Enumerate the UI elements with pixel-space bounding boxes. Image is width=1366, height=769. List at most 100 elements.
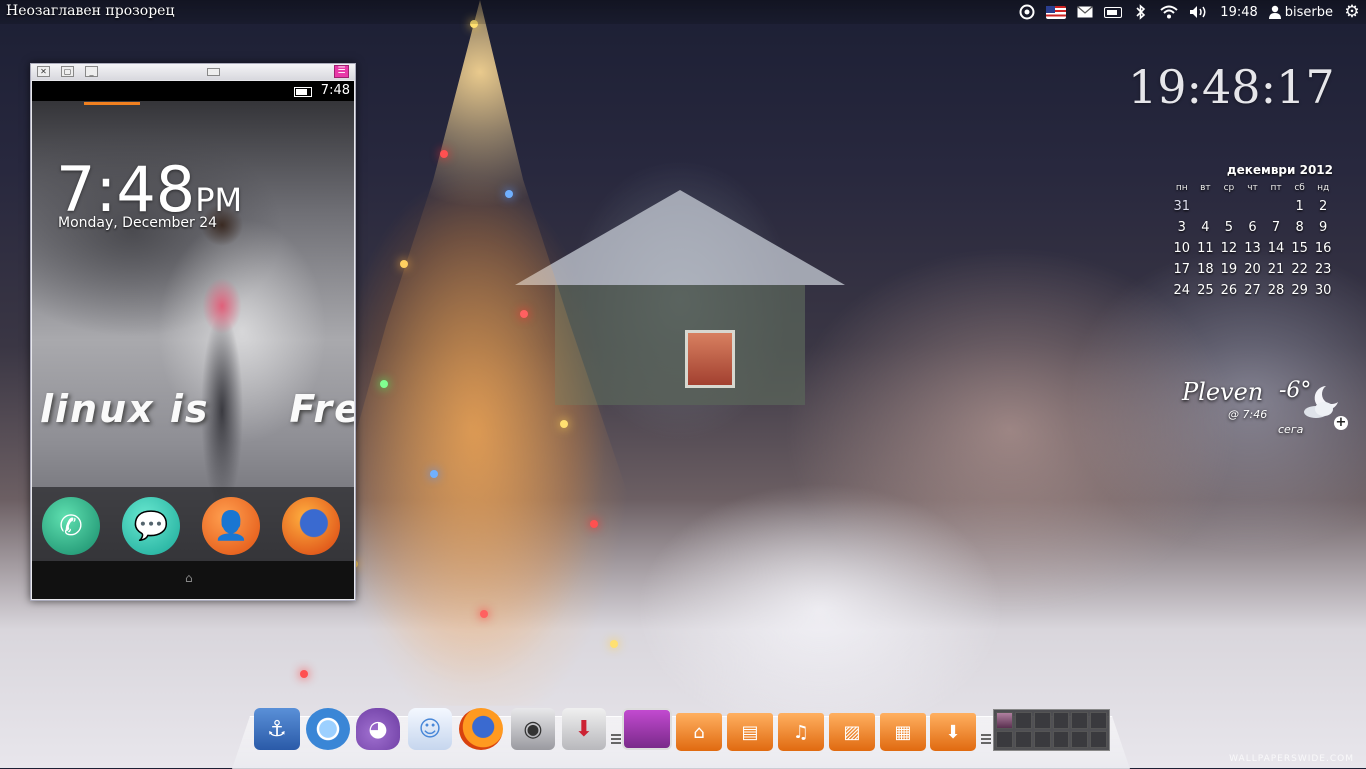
empathy-icon[interactable]: ☺ [408,708,452,750]
contacts-app-icon[interactable]: 👤 [202,497,260,555]
battery-icon[interactable] [1104,4,1123,20]
workspace-cell[interactable] [1052,712,1070,729]
music-folder-icon[interactable]: ♫ [778,713,824,751]
workspace-cell[interactable] [996,712,1013,729]
phone-emulator-window[interactable]: ✕ ▢ _ ☰ 7:48 7:48PM Monday, December 24 … [30,63,356,601]
calendar-day[interactable]: 29 [1288,280,1312,301]
workspace-cell[interactable] [1014,712,1032,729]
calendar-day[interactable]: 9 [1311,217,1335,238]
messages-app-icon[interactable]: 💬 [122,497,180,555]
weekday-label: ср [1223,183,1235,193]
user-icon[interactable] [1268,4,1281,20]
weather-now-label: сега [1278,423,1304,436]
dock-separator-handle[interactable] [611,732,621,746]
window-drag-handle-icon[interactable] [207,68,220,76]
active-window-title[interactable]: Неозаглавен прозорец [6,3,174,19]
videos-folder-icon[interactable]: ▦ [880,713,926,751]
calendar-day[interactable]: 19 [1217,259,1241,280]
calendar-day[interactable]: 28 [1264,280,1288,301]
mail-icon[interactable] [1077,4,1094,20]
calendar-day[interactable]: 21 [1264,259,1288,280]
weather-widget[interactable]: Pleven -6° @ 7:46 сега + [1182,378,1352,448]
calendar-day[interactable]: 14 [1264,238,1288,259]
close-icon[interactable]: ✕ [37,66,50,77]
minimize-icon[interactable]: _ [85,66,98,77]
calendar-day[interactable]: 5 [1217,217,1241,238]
workspace-cell[interactable] [996,731,1013,748]
volume-icon[interactable] [1189,4,1209,20]
bluetooth-icon[interactable] [1133,4,1149,20]
phone-battery-icon [294,87,312,97]
anchor-icon[interactable]: ⚓ [254,708,300,750]
workspace-cell[interactable] [1033,731,1051,748]
calendar-day[interactable]: 25 [1194,280,1218,301]
calendar-day[interactable]: 7 [1264,217,1288,238]
calendar-day[interactable]: 13 [1241,238,1265,259]
workspace-cell[interactable] [1071,731,1089,748]
phone-app-icon[interactable]: ✆ [42,497,100,555]
firefox-icon[interactable] [459,708,503,750]
calendar-day[interactable]: 11 [1194,238,1218,259]
calendar-day[interactable]: 24 [1170,280,1194,301]
calendar-day[interactable]: 30 [1311,280,1335,301]
home-button-icon[interactable]: ⌂ [185,571,193,585]
window-titlebar[interactable]: ✕ ▢ _ ☰ [31,64,355,80]
wallpaper-dancer [182,201,262,501]
calendar-day[interactable]: 2 [1311,196,1335,217]
calendar-day[interactable]: 26 [1217,280,1241,301]
pictures-folder-icon[interactable]: ▨ [829,713,875,751]
ubuntu-one-icon[interactable] [1019,4,1035,20]
maximize-icon[interactable]: ▢ [61,66,74,77]
pidgin-icon[interactable]: ◕ [356,708,400,750]
calendar-widget: декември 2012 пн вт ср чт пт сб нд 31 1 … [1170,163,1335,301]
calendar-day[interactable]: 3 [1170,217,1194,238]
workspace-cell[interactable] [1033,712,1051,729]
downloads-folder-icon[interactable]: ⬇ [930,713,976,751]
calendar-day[interactable]: 15 [1288,238,1312,259]
settings-gear-icon[interactable]: ⚙ [1344,2,1360,22]
panel-clock[interactable]: 19:48 [1220,5,1257,20]
calendar-day[interactable]: 17 [1170,259,1194,280]
calendar-day[interactable]: 10 [1170,238,1194,259]
chromium-icon[interactable] [306,708,350,750]
lockscreen-date: Monday, December 24 [58,215,218,231]
weekday-label: сб [1294,183,1305,193]
documents-folder-icon[interactable]: ▤ [727,713,773,751]
installer-icon[interactable]: ⬇ [562,708,606,750]
dock-separator-handle[interactable] [981,732,991,746]
workspace-cell[interactable] [1090,712,1107,729]
workspace-cell[interactable] [1071,712,1089,729]
calendar-day[interactable]: 6 [1241,217,1265,238]
phone-lockscreen[interactable]: 7:48 7:48PM Monday, December 24 linux is… [32,81,354,599]
wifi-icon[interactable] [1160,4,1178,20]
weekday-label: пн [1175,183,1188,193]
calendar-day[interactable]: 8 [1288,217,1312,238]
weekday-label: чт [1247,183,1258,193]
monitor-icon[interactable] [622,708,672,750]
home-folder-icon[interactable]: ⌂ [676,713,722,751]
calendar-day[interactable]: 22 [1288,259,1312,280]
workspace-cell[interactable] [1014,731,1032,748]
calendar-day[interactable]: 27 [1241,280,1265,301]
workspace-pager[interactable] [993,709,1110,751]
workspace-cell[interactable] [1090,731,1107,748]
calendar-day[interactable]: 4 [1194,217,1218,238]
firefox-app-icon[interactable] [282,497,340,555]
weather-add-icon[interactable]: + [1334,416,1348,430]
calendar-day[interactable]: 31 [1170,196,1194,217]
calendar-day[interactable]: 20 [1241,259,1265,280]
keyboard-layout-flag-icon[interactable] [1046,4,1067,20]
notification-indicator[interactable] [84,102,140,105]
weekday-label: вт [1200,183,1211,193]
desktop-clock-widget: 19:48:17 [1128,60,1335,114]
camera-icon[interactable]: ◉ [511,708,555,750]
workspace-cell[interactable] [1052,731,1070,748]
calendar-day[interactable]: 1 [1288,196,1312,217]
calendar-day[interactable]: 18 [1194,259,1218,280]
calendar-day[interactable]: 16 [1311,238,1335,259]
panel-username[interactable]: biserbe [1285,5,1333,20]
calendar-grid: пн вт ср чт пт сб нд 31 1 2 3 4 5 6 7 8 … [1170,180,1335,301]
window-menu-icon[interactable]: ☰ [334,65,349,78]
calendar-day[interactable]: 23 [1311,259,1335,280]
calendar-day[interactable]: 12 [1217,238,1241,259]
